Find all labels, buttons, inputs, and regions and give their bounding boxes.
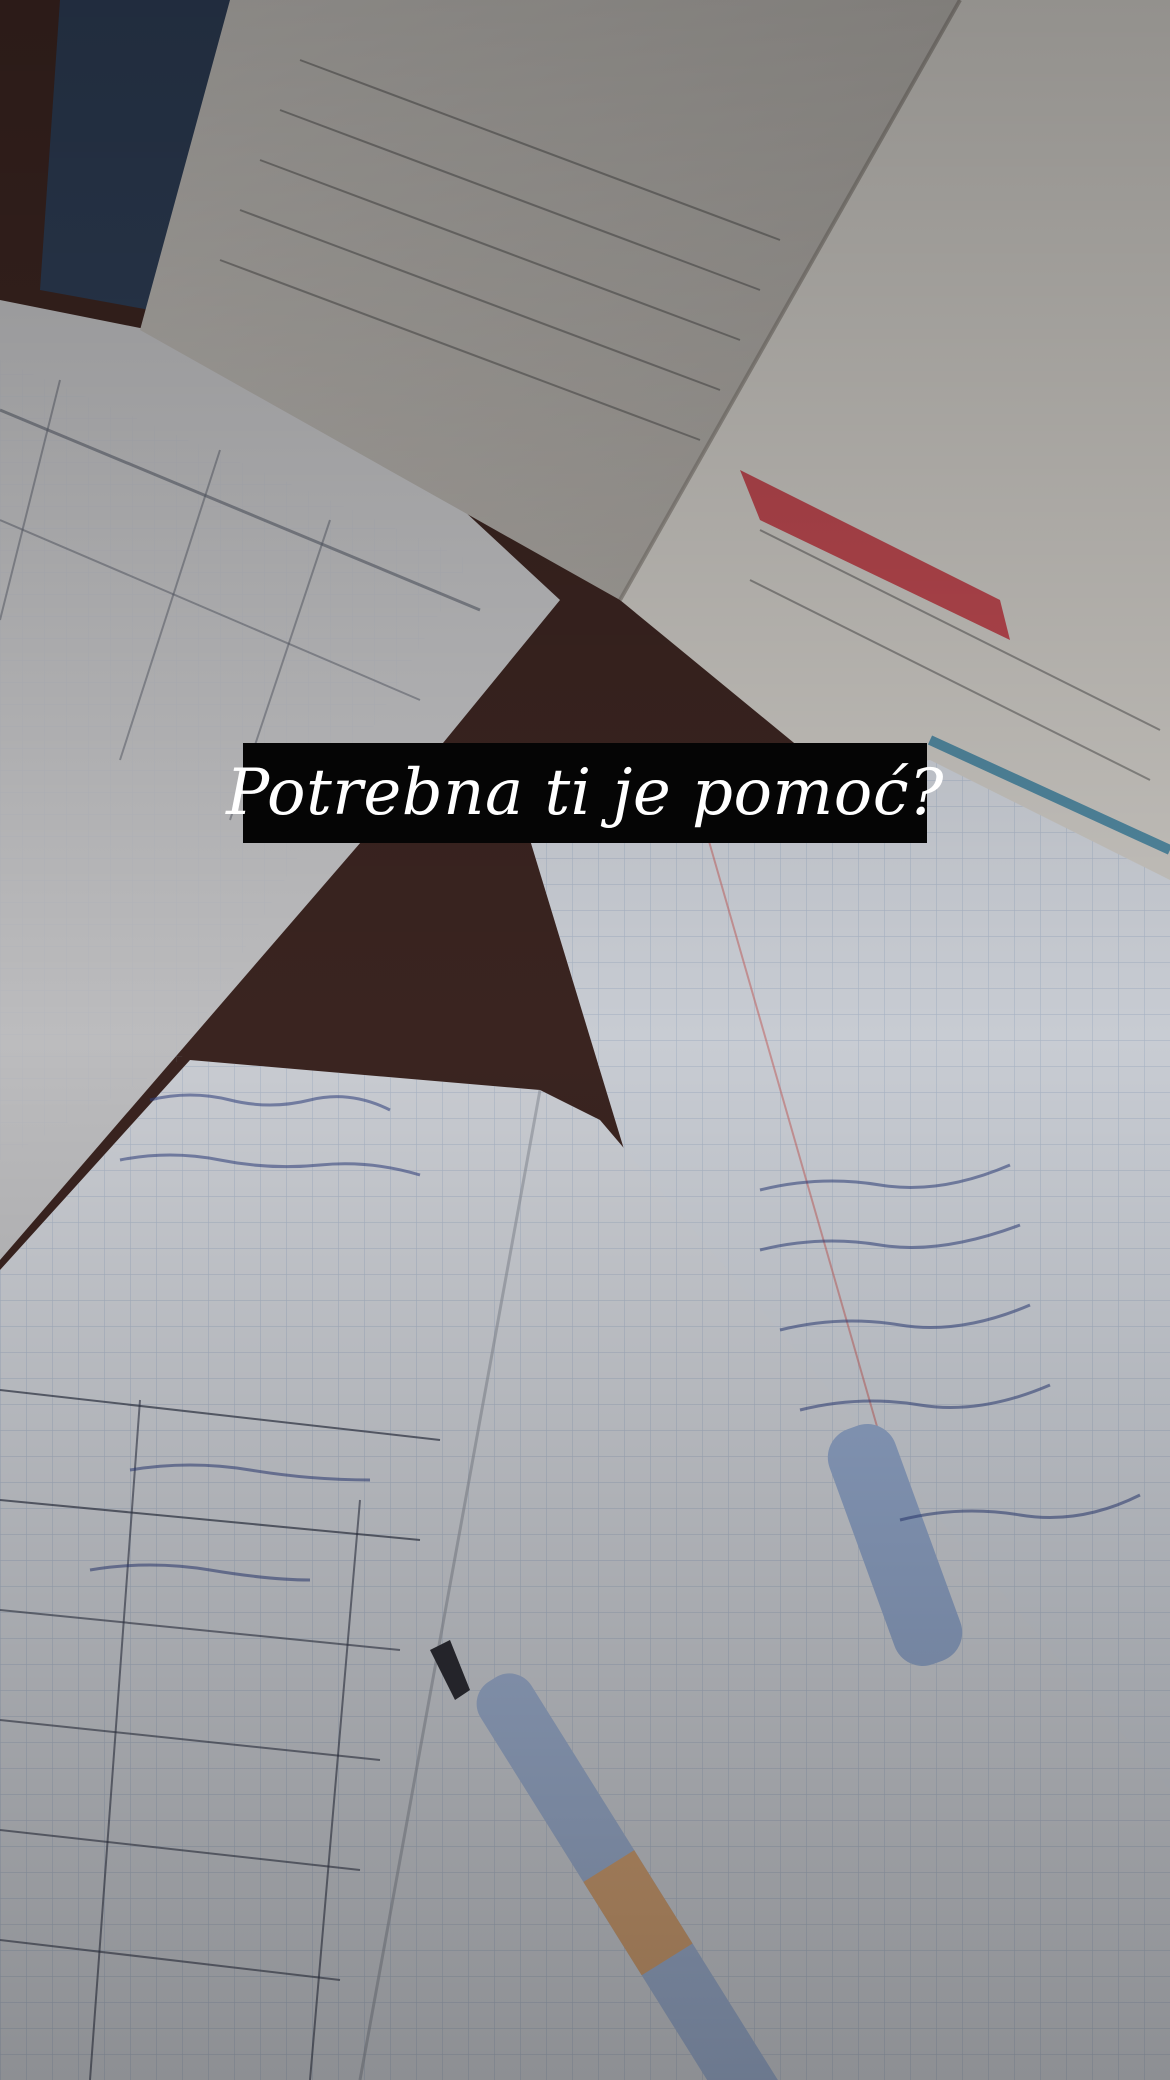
caption-text: Potrebna ti je pomoć?	[226, 756, 944, 830]
background-photo	[0, 0, 1170, 2080]
story-scene: Potrebna ti je pomoć?	[0, 0, 1170, 2080]
caption-box: Potrebna ti je pomoć?	[226, 743, 943, 843]
photo-vignette	[0, 0, 1170, 2080]
